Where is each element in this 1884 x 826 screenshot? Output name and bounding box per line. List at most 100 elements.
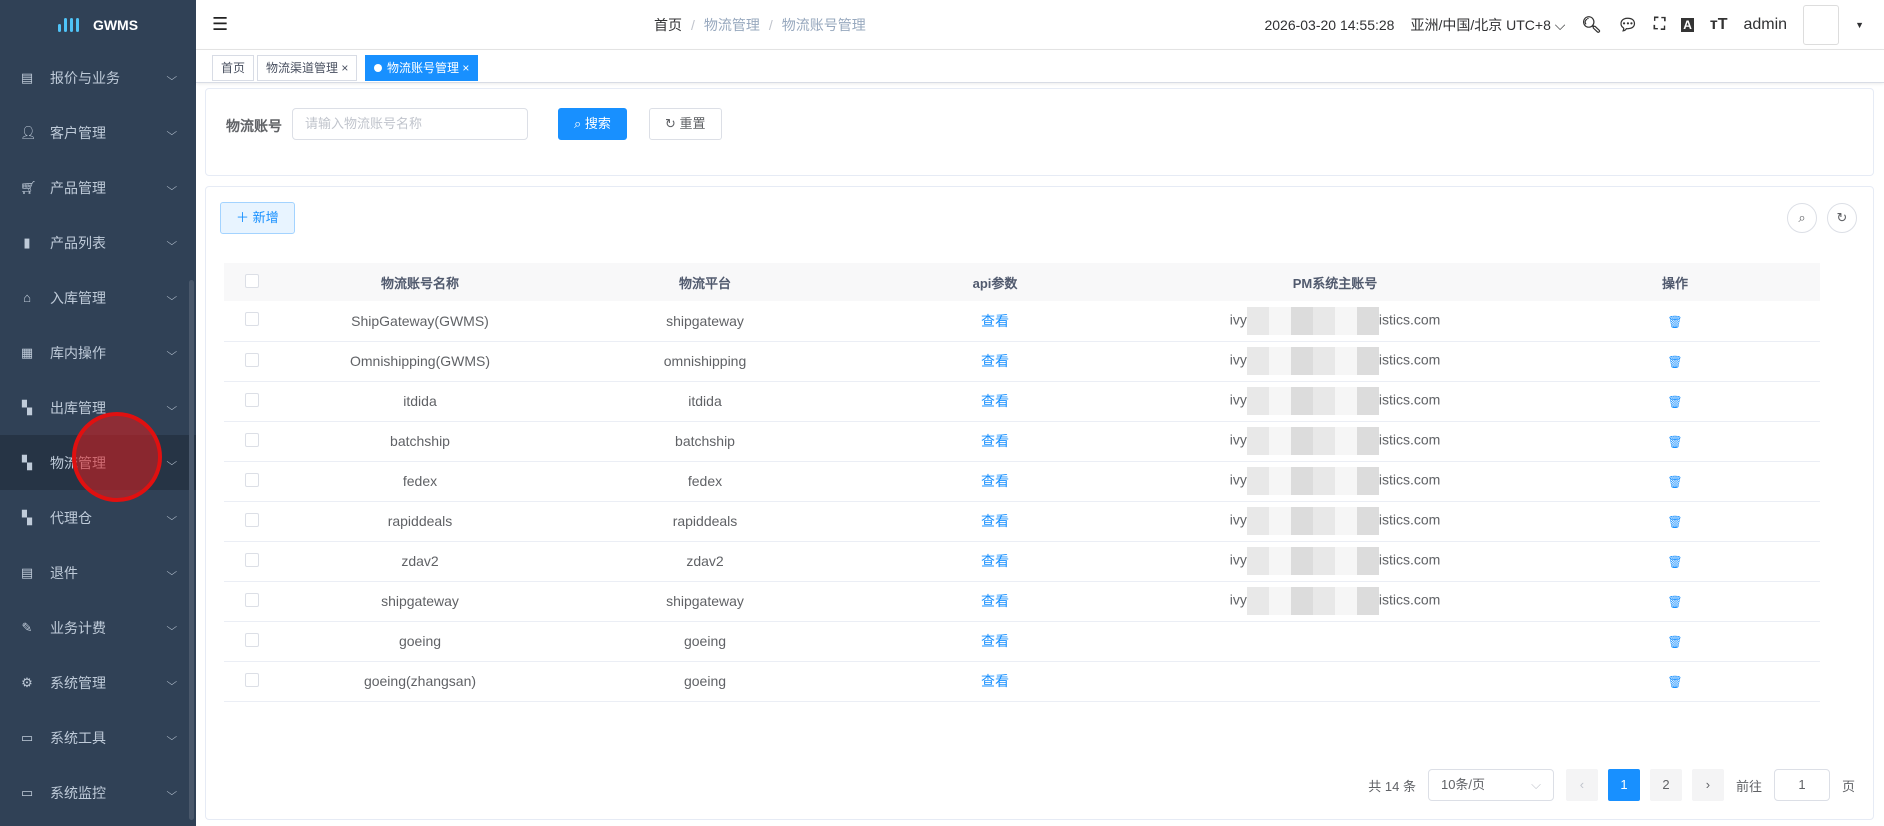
chevron-down-icon: ⌵ bbox=[166, 732, 178, 743]
column-header: 操作 bbox=[1530, 263, 1820, 301]
select-cell bbox=[224, 661, 280, 702]
sidebar-item[interactable]: ▭ 系统监控 ⌵ bbox=[0, 765, 196, 820]
table-row: Omnishipping(GWMS) omnishipping 查看 ivy is… bbox=[224, 341, 1820, 382]
sidebar-item[interactable]: ▚ 代理仓 ⌵ bbox=[0, 490, 196, 545]
page-unit-label: 页 bbox=[1841, 778, 1855, 794]
row-checkbox[interactable] bbox=[245, 472, 259, 487]
api-cell: 查看 bbox=[850, 581, 1140, 622]
hamburger-icon[interactable]: ☰ bbox=[212, 14, 228, 35]
row-checkbox[interactable] bbox=[245, 392, 259, 407]
actions-cell: 🗑︎ bbox=[1530, 421, 1820, 462]
delete-icon[interactable]: 🗑︎ bbox=[1667, 395, 1682, 409]
pm-account bbox=[1140, 661, 1530, 702]
sidebar-item[interactable]: ▤ 退件 ⌵ bbox=[0, 545, 196, 600]
sidebar-scrollbar[interactable] bbox=[189, 280, 194, 820]
delete-icon[interactable]: 🗑︎ bbox=[1667, 315, 1682, 329]
api-cell: 查看 bbox=[850, 661, 1140, 702]
delete-icon[interactable]: 🗑︎ bbox=[1667, 355, 1682, 369]
page-2-button[interactable]: 2 bbox=[1649, 769, 1682, 801]
view-api-link[interactable]: 查看 bbox=[981, 673, 1009, 689]
row-checkbox[interactable] bbox=[245, 592, 259, 607]
select-all-checkbox[interactable] bbox=[245, 273, 259, 288]
delete-icon[interactable]: 🗑︎ bbox=[1667, 555, 1682, 569]
avatar[interactable] bbox=[1803, 4, 1840, 45]
total-count: 共 14 条 bbox=[1368, 778, 1416, 794]
sidebar-item[interactable]: 👤︎ 客户管理 ⌵ bbox=[0, 105, 196, 160]
close-icon[interactable]: × bbox=[462, 61, 469, 75]
row-checkbox[interactable] bbox=[245, 672, 259, 687]
tab-logistics-account[interactable]: 物流账号管理 × bbox=[365, 55, 479, 81]
sidebar-item[interactable]: 🛒︎ 产品管理 ⌵ bbox=[0, 160, 196, 215]
breadcrumb-home[interactable]: 首页 bbox=[654, 17, 682, 33]
view-api-link[interactable]: 查看 bbox=[981, 513, 1009, 529]
toggle-search-button[interactable]: ⌕ bbox=[1787, 203, 1817, 233]
view-api-link[interactable]: 查看 bbox=[981, 473, 1009, 489]
view-api-link[interactable]: 查看 bbox=[981, 393, 1009, 409]
view-api-link[interactable]: 查看 bbox=[981, 553, 1009, 569]
delete-icon[interactable]: 🗑︎ bbox=[1667, 595, 1682, 609]
sidebar-item[interactable]: ▤ 报价与业务 ⌵ bbox=[0, 50, 196, 105]
row-checkbox[interactable] bbox=[245, 552, 259, 567]
table-row: itdida itdida 查看 ivy istics.com 🗑︎ bbox=[224, 381, 1820, 422]
view-api-link[interactable]: 查看 bbox=[981, 353, 1009, 369]
platform: batchship bbox=[560, 421, 850, 462]
grid-icon: ▦ bbox=[20, 344, 34, 360]
row-checkbox[interactable] bbox=[245, 352, 259, 367]
view-api-link[interactable]: 查看 bbox=[981, 313, 1009, 329]
refresh-button[interactable]: ↻ bbox=[1827, 203, 1857, 233]
account-label: 物流账号 bbox=[226, 118, 282, 134]
view-api-link[interactable]: 查看 bbox=[981, 633, 1009, 649]
redacted-block bbox=[1246, 427, 1379, 455]
view-api-link[interactable]: 查看 bbox=[981, 593, 1009, 609]
goto-page-input[interactable]: 1 bbox=[1773, 769, 1830, 801]
pm-account-suffix: istics.com bbox=[1378, 311, 1441, 328]
reset-button[interactable]: ↻ 重置 bbox=[649, 108, 722, 140]
sidebar-item-label: 系统管理 bbox=[50, 674, 106, 691]
font-size-icon[interactable]: ᴛT bbox=[1710, 16, 1728, 34]
sidebar-item[interactable]: ▮ 产品列表 ⌵ bbox=[0, 215, 196, 270]
pm-account-suffix: istics.com bbox=[1378, 431, 1441, 448]
tags-view: 首页 物流渠道管理 × 物流账号管理 × bbox=[196, 50, 1884, 83]
account-search-input[interactable]: 请输入物流账号名称 bbox=[292, 108, 528, 140]
next-page-button[interactable]: › bbox=[1691, 769, 1724, 801]
delete-icon[interactable]: 🗑︎ bbox=[1667, 475, 1682, 489]
search-icon[interactable]: 🔍︎ bbox=[1581, 15, 1601, 35]
close-icon[interactable]: × bbox=[341, 61, 348, 75]
row-checkbox[interactable] bbox=[245, 312, 259, 327]
sidebar-item[interactable]: ▦ 库内操作 ⌵ bbox=[0, 325, 196, 380]
delete-icon[interactable]: 🗑︎ bbox=[1667, 515, 1682, 529]
caret-down-icon[interactable]: ▼ bbox=[1855, 20, 1864, 30]
sidebar-item-label: 入库管理 bbox=[50, 289, 106, 306]
row-checkbox[interactable] bbox=[245, 512, 259, 527]
row-checkbox[interactable] bbox=[245, 632, 259, 647]
delete-icon[interactable]: 🗑︎ bbox=[1667, 435, 1682, 449]
timezone-select[interactable]: 亚洲/中国/北京 UTC+8 ⌵ bbox=[1410, 15, 1565, 35]
view-api-link[interactable]: 查看 bbox=[981, 433, 1009, 449]
search-button[interactable]: ⌕ 搜索 bbox=[558, 108, 627, 140]
message-icon[interactable]: 💬︎ bbox=[1618, 15, 1638, 35]
sidebar-item-label: 出库管理 bbox=[50, 399, 106, 416]
tab-logistics-channel[interactable]: 物流渠道管理 × bbox=[257, 55, 358, 81]
pm-account-prefix: ivy bbox=[1229, 431, 1247, 448]
translate-icon[interactable]: A bbox=[1681, 17, 1694, 32]
tab-home[interactable]: 首页 bbox=[212, 55, 255, 81]
page-1-button[interactable]: 1 bbox=[1607, 769, 1640, 801]
return-icon: ▤ bbox=[20, 564, 34, 580]
actions-cell: 🗑︎ bbox=[1530, 501, 1820, 542]
sidebar-item[interactable]: ▭ 系统工具 ⌵ bbox=[0, 710, 196, 765]
row-checkbox[interactable] bbox=[245, 432, 259, 447]
sidebar-item[interactable]: ⚙ 系统管理 ⌵ bbox=[0, 655, 196, 710]
page-size-select[interactable]: 10条/页 ⌵ bbox=[1427, 769, 1554, 801]
delete-icon[interactable]: 🗑︎ bbox=[1667, 635, 1682, 649]
tab-label: 物流渠道管理 bbox=[266, 61, 339, 75]
sidebar-item[interactable]: ⌂ 入库管理 ⌵ bbox=[0, 270, 196, 325]
sidebar-item[interactable]: ✎ 业务计费 ⌵ bbox=[0, 600, 196, 655]
actions-cell: 🗑︎ bbox=[1530, 621, 1820, 662]
fullscreen-icon[interactable]: ⛶ bbox=[1654, 16, 1665, 34]
sidebar: GWMS ▤ 报价与业务 ⌵ 👤︎ 客户管理 ⌵ 🛒︎ 产品管理 ⌵ ▮ 产品列表 ⌵ ⌂ 入库管理 ⌵ ▦ 库… bbox=[0, 0, 196, 826]
book-icon: ▮ bbox=[23, 234, 31, 250]
delete-icon[interactable]: 🗑︎ bbox=[1667, 675, 1682, 689]
prev-page-button[interactable]: ‹ bbox=[1565, 769, 1598, 801]
add-button[interactable]: ＋ 新增 bbox=[220, 202, 295, 234]
pagination: 共 14 条 10条/页 ⌵ ‹ 1 2 › 前往 1 页 bbox=[1368, 769, 1855, 801]
